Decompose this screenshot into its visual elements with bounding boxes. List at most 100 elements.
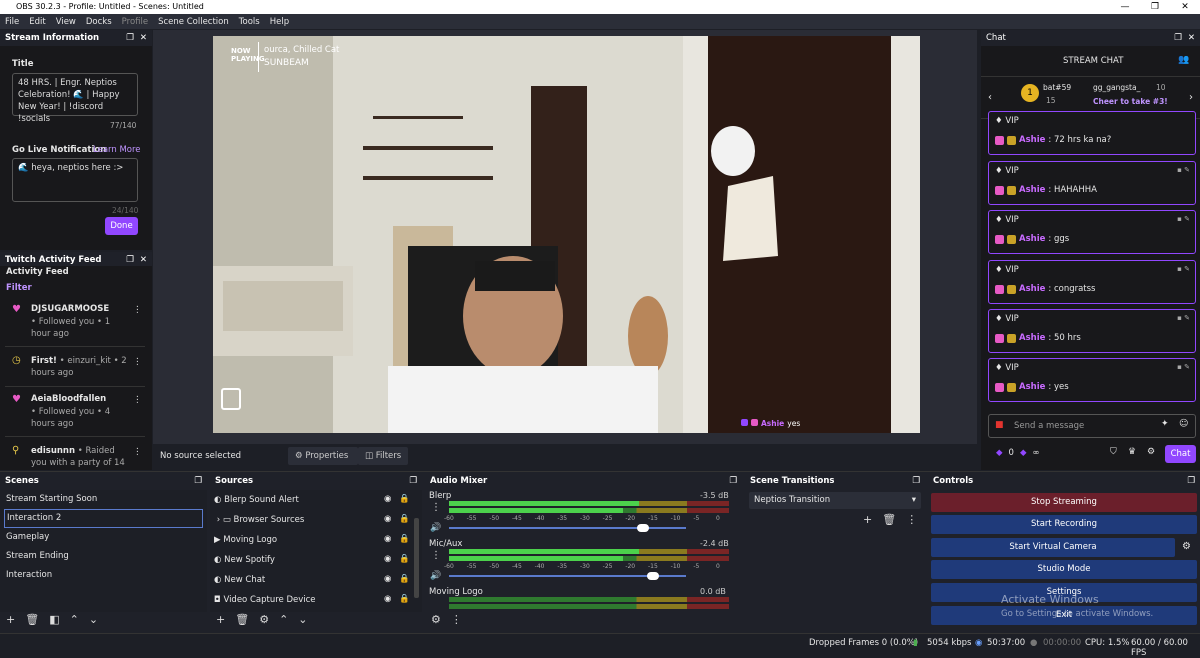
chat-message[interactable]: ♦ VIP ▪ ✎ Ashie: yes bbox=[988, 358, 1196, 402]
users-icon[interactable]: 👥 bbox=[1178, 55, 1189, 65]
source-item[interactable]: ◐ New Chat ◉ 🔒 bbox=[210, 570, 422, 590]
next-icon[interactable]: › bbox=[1189, 92, 1193, 103]
eye-icon[interactable]: ◉ bbox=[384, 554, 391, 564]
more-icon[interactable]: ⋮ bbox=[133, 446, 142, 458]
chat-send-button[interactable]: Chat bbox=[1165, 445, 1196, 463]
more-icon[interactable]: ⋮ bbox=[431, 502, 441, 513]
float-icon[interactable]: ❐ bbox=[729, 476, 737, 486]
scene-item[interactable]: Stream Starting Soon bbox=[0, 490, 207, 509]
gear-icon[interactable]: ⚙ bbox=[431, 613, 441, 626]
close-icon[interactable]: ✕ bbox=[140, 33, 147, 43]
chat-user[interactable]: Ashie bbox=[1019, 284, 1045, 294]
more-icon[interactable]: ⋮ bbox=[451, 613, 462, 626]
transition-select[interactable]: Neptios Transition ▾ bbox=[749, 492, 921, 509]
volume-slider[interactable] bbox=[647, 572, 659, 580]
volume-slider[interactable] bbox=[637, 524, 649, 532]
sources-scrollbar[interactable] bbox=[414, 518, 419, 598]
close-icon[interactable]: ✕ bbox=[1170, 0, 1200, 14]
float-icon[interactable]: ❐ bbox=[126, 33, 134, 43]
more-icon[interactable]: ⋮ bbox=[906, 513, 917, 526]
gear-icon[interactable]: ⚙ bbox=[259, 613, 269, 626]
source-group[interactable]: › ▭ Browser Sources ◉ 🔒 bbox=[210, 510, 422, 530]
more-icon[interactable]: ⋮ bbox=[133, 356, 142, 368]
float-icon[interactable]: ❐ bbox=[1174, 33, 1182, 43]
chat-message[interactable]: ♦ VIP ▪ ✎ Ashie: HAHAHHA bbox=[988, 161, 1196, 205]
lock-icon[interactable]: 🔒 bbox=[399, 534, 410, 544]
down-icon[interactable]: ⌄ bbox=[89, 613, 98, 626]
lock-icon[interactable]: 🔒 bbox=[399, 594, 410, 604]
menu-docks[interactable]: Docks bbox=[86, 17, 112, 27]
menu-tools[interactable]: Tools bbox=[239, 17, 260, 27]
float-icon[interactable]: ❐ bbox=[126, 255, 134, 265]
menu-scene-collection[interactable]: Scene Collection bbox=[158, 17, 229, 27]
eye-icon[interactable]: ◉ bbox=[384, 534, 391, 544]
done-button[interactable]: Done bbox=[105, 217, 138, 235]
eye-icon[interactable]: ◉ bbox=[384, 514, 391, 524]
scene-item[interactable]: Stream Ending bbox=[0, 547, 207, 566]
properties-button[interactable]: ⚙ Properties bbox=[288, 447, 358, 465]
message-actions[interactable]: ▪ ✎ bbox=[1177, 166, 1190, 174]
lock-icon[interactable]: 🔒 bbox=[399, 494, 410, 504]
menu-view[interactable]: View bbox=[56, 17, 76, 27]
down-icon[interactable]: ⌄ bbox=[298, 613, 307, 626]
chat-user[interactable]: Ashie bbox=[1019, 382, 1045, 392]
golive-input[interactable]: 🌊 heya, neptios here :> bbox=[12, 158, 138, 202]
gear-icon[interactable]: ⚙ bbox=[1182, 541, 1191, 552]
message-actions[interactable]: ▪ ✎ bbox=[1177, 265, 1190, 273]
menu-help[interactable]: Help bbox=[270, 17, 289, 27]
lock-icon[interactable]: 🔒 bbox=[399, 554, 410, 564]
minimize-icon[interactable]: — bbox=[1110, 0, 1140, 14]
trophy-icon[interactable]: ♛ bbox=[1128, 447, 1136, 457]
message-actions[interactable]: ▪ ✎ bbox=[1177, 363, 1190, 371]
chat-user[interactable]: Ashie bbox=[1019, 234, 1045, 244]
title-input[interactable]: 48 HRS. | Engr. Neptios Celebration! 🌊 |… bbox=[12, 73, 138, 124]
float-icon[interactable]: ❐ bbox=[194, 476, 202, 486]
source-item[interactable]: ▶ Moving Logo ◉ 🔒 bbox=[210, 530, 422, 550]
stop-streaming-button[interactable]: Stop Streaming bbox=[931, 493, 1197, 512]
close-icon[interactable]: ✕ bbox=[1188, 33, 1195, 43]
source-item[interactable]: ◘ Video Capture Device ◉ 🔒 bbox=[210, 590, 422, 610]
chat-user[interactable]: Ashie bbox=[1019, 185, 1045, 195]
scene-item-selected[interactable]: Interaction 2 bbox=[4, 509, 203, 528]
eye-icon[interactable]: ◉ bbox=[384, 594, 391, 604]
chat-user[interactable]: Ashie bbox=[1019, 333, 1045, 343]
message-actions[interactable]: ▪ ✎ bbox=[1177, 215, 1190, 223]
more-icon[interactable]: ⋮ bbox=[133, 304, 142, 316]
learn-more-link[interactable]: Learn More bbox=[93, 145, 141, 155]
expand-icon[interactable]: › bbox=[217, 515, 220, 525]
add-icon[interactable]: + bbox=[6, 613, 15, 626]
shield-icon[interactable]: ⛉ bbox=[1110, 447, 1117, 457]
eye-icon[interactable]: ◉ bbox=[384, 494, 391, 504]
more-icon[interactable]: ⋮ bbox=[431, 550, 441, 561]
emote-icon[interactable]: ✦ bbox=[1161, 419, 1169, 429]
speaker-icon[interactable]: 🔊 bbox=[430, 571, 441, 581]
lock-icon[interactable]: 🔒 bbox=[399, 514, 410, 524]
eye-icon[interactable]: ◉ bbox=[384, 574, 391, 584]
menu-file[interactable]: File bbox=[5, 17, 19, 27]
chat-message[interactable]: ♦ VIP Ashie: 72 hrs ka na? bbox=[988, 111, 1196, 155]
source-item[interactable]: ◐ Blerp Sound Alert ◉ 🔒 bbox=[210, 490, 422, 510]
studio-mode-button[interactable]: Studio Mode bbox=[931, 560, 1197, 579]
trash-icon[interactable]: 🗑 bbox=[882, 513, 896, 526]
scene-item[interactable]: Gameplay bbox=[0, 528, 207, 547]
close-icon[interactable]: ✕ bbox=[140, 255, 147, 265]
lock-icon[interactable]: 🔒 bbox=[399, 574, 410, 584]
start-recording-button[interactable]: Start Recording bbox=[931, 515, 1197, 534]
trash-icon[interactable]: 🗑 bbox=[235, 613, 249, 626]
start-virtual-camera-button[interactable]: Start Virtual Camera bbox=[931, 538, 1175, 557]
add-icon[interactable]: + bbox=[216, 613, 225, 626]
chat-message[interactable]: ♦ VIP ▪ ✎ Ashie: ggs bbox=[988, 210, 1196, 254]
add-icon[interactable]: + bbox=[863, 513, 872, 526]
settings-icon[interactable]: ⚙ bbox=[1147, 447, 1155, 457]
scene-item[interactable]: Interaction bbox=[0, 566, 207, 585]
menu-profile[interactable]: Profile bbox=[122, 17, 148, 27]
trash-icon[interactable]: 🗑 bbox=[25, 613, 39, 626]
float-icon[interactable]: ❐ bbox=[409, 476, 417, 486]
chat-message[interactable]: ♦ VIP ▪ ✎ Ashie: 50 hrs bbox=[988, 309, 1196, 353]
more-icon[interactable]: ⋮ bbox=[133, 394, 142, 406]
smile-icon[interactable]: ☺ bbox=[1179, 419, 1188, 429]
maximize-icon[interactable]: ❐ bbox=[1140, 0, 1170, 14]
up-icon[interactable]: ⌃ bbox=[70, 613, 79, 626]
up-icon[interactable]: ⌃ bbox=[279, 613, 288, 626]
speaker-icon[interactable]: 🔊 bbox=[430, 523, 441, 533]
